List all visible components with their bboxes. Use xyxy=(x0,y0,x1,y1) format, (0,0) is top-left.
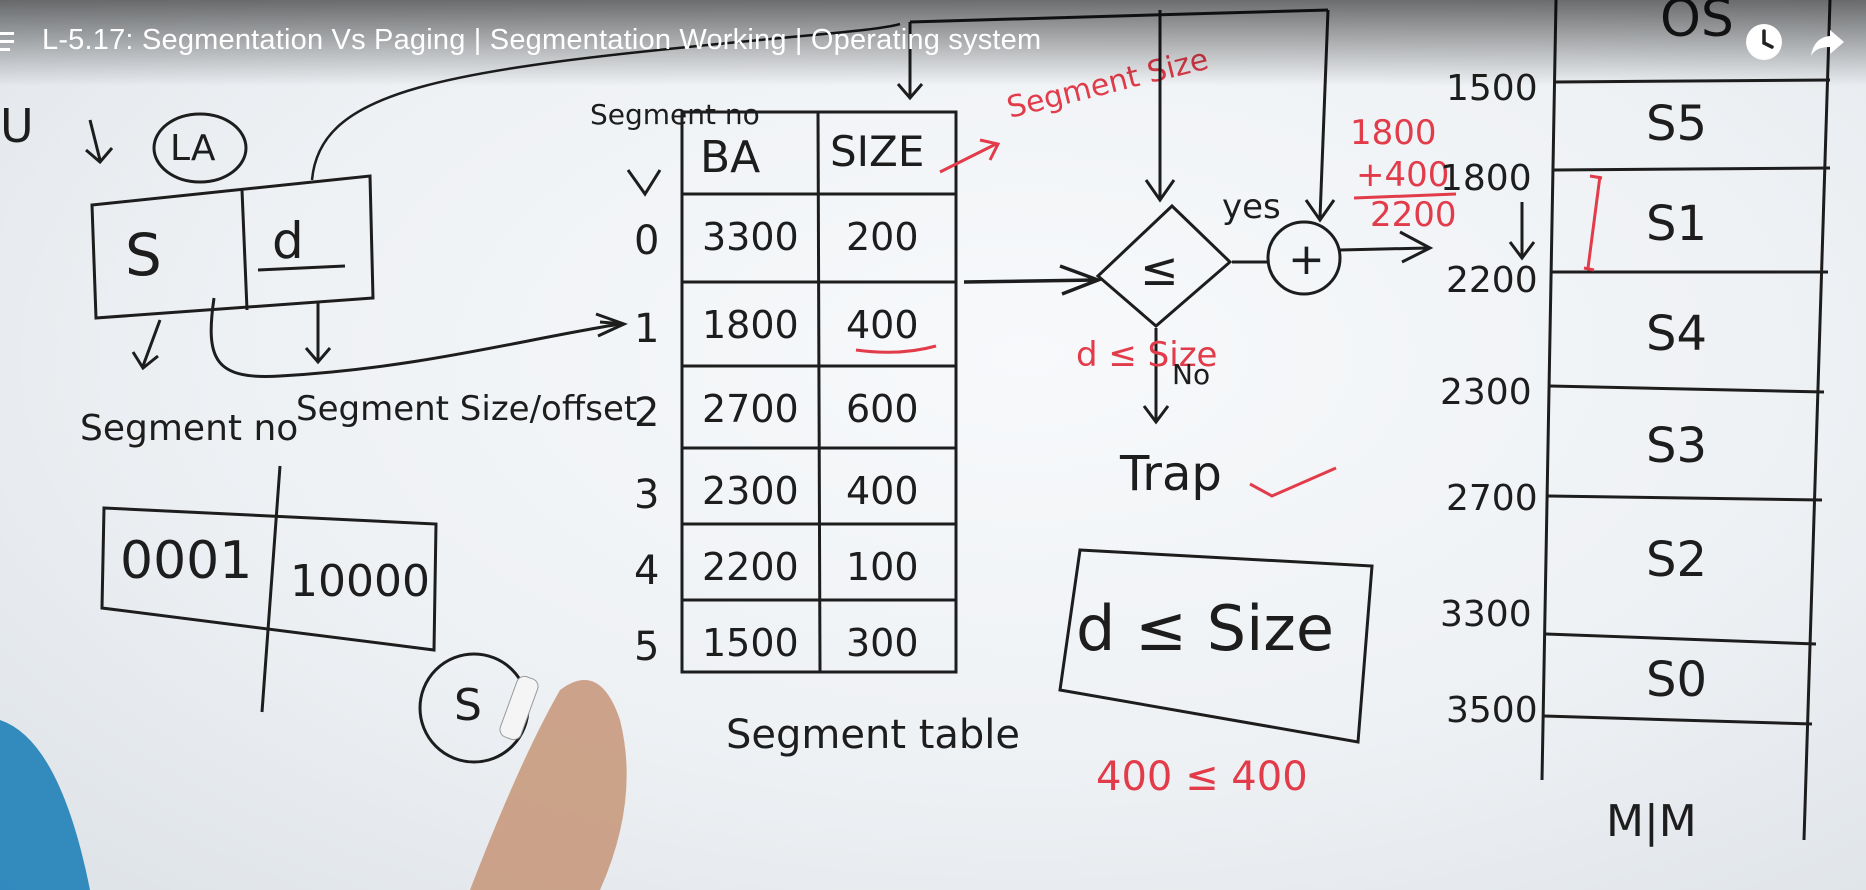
memory-address: 3300 xyxy=(1440,594,1532,635)
memory-segment: S2 xyxy=(1646,532,1707,588)
la-label: LA xyxy=(170,128,216,169)
condition-example: 400 ≤ 400 xyxy=(1096,754,1308,800)
memory-address: 2200 xyxy=(1446,260,1538,301)
red-span-icon xyxy=(1583,174,1603,272)
circled-note-text: S xyxy=(454,680,482,731)
condition-text: d ≤ Size xyxy=(1076,592,1334,665)
cpu-label: U xyxy=(0,99,34,153)
memory-address: 2700 xyxy=(1446,478,1538,519)
segment-row-base: 2200 xyxy=(702,545,799,589)
clock-icon[interactable] xyxy=(1744,22,1784,62)
segment-row-size: 100 xyxy=(846,545,919,589)
segment-row-base: 3300 xyxy=(702,215,799,259)
memory-segment: S4 xyxy=(1646,306,1707,362)
segment-row-base: 1800 xyxy=(702,303,799,347)
memory-segment: S1 xyxy=(1646,196,1707,252)
la-divider xyxy=(240,189,249,311)
segment-row-number: 4 xyxy=(634,548,659,594)
segment-row-base: 2300 xyxy=(702,469,799,513)
s-to-table-arrow xyxy=(209,297,621,378)
compare-symbol: ≤ xyxy=(1140,242,1179,296)
adder-symbol: + xyxy=(1288,234,1325,285)
down-arrow-icon xyxy=(1508,202,1536,261)
segment-bits: 0001 xyxy=(120,531,252,591)
segment-row-size: 400 xyxy=(846,303,919,347)
segment-table-caption: Segment table xyxy=(726,712,1020,758)
share-arrow-icon[interactable] xyxy=(1808,22,1848,62)
memory-segment: S5 xyxy=(1646,96,1707,152)
segment-size-label: Segment Size/offset xyxy=(296,389,637,429)
down-arrow-icon xyxy=(304,302,332,365)
adder-out-arrow xyxy=(1339,230,1434,264)
offset-bits: 10000 xyxy=(290,556,430,607)
red-arrow-icon xyxy=(939,138,1001,174)
segment-row-number: 0 xyxy=(634,218,659,264)
video-title[interactable]: L-5.17: Segmentation Vs Paging | Segment… xyxy=(42,24,1041,57)
segment-row-size: 600 xyxy=(846,387,919,431)
down-arrow-icon xyxy=(131,319,162,371)
memory-segment: S0 xyxy=(1646,652,1707,708)
memory-address: 3500 xyxy=(1446,690,1538,731)
presenter-hand xyxy=(470,680,627,890)
segment-row-size: 400 xyxy=(846,469,919,513)
down-arrow-icon xyxy=(85,119,114,165)
segment-row-base: 1500 xyxy=(702,621,799,665)
video-title-bar: L-5.17: Segmentation Vs Paging | Segment… xyxy=(0,0,1866,86)
memory-segment: S3 xyxy=(1646,418,1707,474)
column-size: SIZE xyxy=(830,127,924,176)
down-arrow-icon xyxy=(626,169,662,197)
segment-row-size: 300 xyxy=(846,621,919,665)
no-label: No xyxy=(1172,358,1210,391)
yes-label: yes xyxy=(1222,187,1281,227)
segment-row-number: 2 xyxy=(634,390,659,436)
segment-row-size: 200 xyxy=(846,215,919,259)
presenter-shirt xyxy=(0,720,90,890)
segment-row-number: 1 xyxy=(634,306,659,352)
sum-line-1: 1800 xyxy=(1350,113,1437,153)
d-field: d xyxy=(272,212,304,270)
check-icon xyxy=(1249,466,1337,498)
sum-line-2: +400 xyxy=(1356,155,1449,195)
marker-pen xyxy=(499,675,539,741)
playlist-icon[interactable] xyxy=(0,26,26,56)
segment-row-number: 3 xyxy=(634,472,659,518)
segment-row-number: 5 xyxy=(634,624,659,670)
sum-line-3: 2200 xyxy=(1370,195,1457,235)
memory-caption: M|M xyxy=(1606,796,1697,847)
segment-row-base: 2700 xyxy=(702,387,799,431)
segment-no-label: Segment no xyxy=(80,408,298,449)
memory-address: 1800 xyxy=(1440,158,1532,199)
table-to-compare-arrow xyxy=(963,264,1103,296)
whiteboard-drawing: U LA S d Segment no Segment Size/offset … xyxy=(0,0,1832,890)
memory-address: 2300 xyxy=(1440,372,1532,413)
memory-rows: 1500180022002300270033003500S5S1S4S3S2S0 xyxy=(1440,68,1707,731)
table-segment-no-label: Segment no xyxy=(590,98,760,131)
column-ba: BA xyxy=(700,132,760,183)
trap-label: Trap xyxy=(1119,446,1222,502)
s-field: S xyxy=(125,221,162,289)
